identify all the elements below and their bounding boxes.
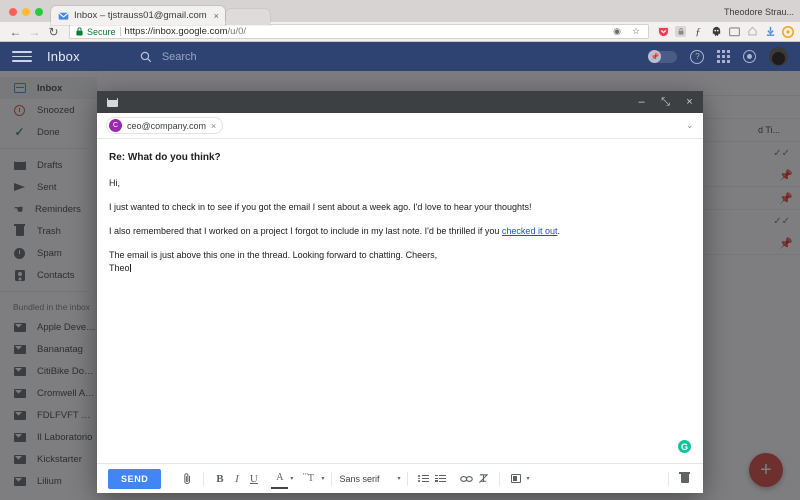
app-header-actions: 📌 ? <box>648 47 788 66</box>
chevron-down-icon[interactable]: ⌄ <box>686 121 693 130</box>
pin-toggle-knob: 📌 <box>648 50 662 63</box>
font-size-caret-icon[interactable]: ▾ <box>321 475 324 482</box>
bulleted-list-button[interactable] <box>415 469 432 489</box>
new-tab-button[interactable] <box>225 9 270 25</box>
omnibox-actions: ◉ ☆ <box>603 26 642 38</box>
message-signature: Theo <box>109 262 691 274</box>
compose-window: – ⤡ × C ceo@company.com × ⌄ Re: What do … <box>97 91 703 493</box>
maximize-window-button[interactable] <box>35 8 43 16</box>
tabstrip-right: Theodore Strau... <box>724 7 800 22</box>
app-header: Inbox Search 📌 ? <box>0 42 800 71</box>
inbox-app: Inbox Search 📌 ? – ⤡ × C ceo@company.com… <box>0 42 800 500</box>
profile-name[interactable]: Theodore Strau... <box>724 7 794 22</box>
security-label: Secure <box>87 26 116 37</box>
window-controls <box>0 8 51 22</box>
signature-text: Theo <box>109 262 130 273</box>
text-color-caret-icon[interactable]: ▾ <box>290 475 293 482</box>
bold-button[interactable]: B <box>211 469 228 489</box>
forward-icon[interactable]: → <box>25 23 44 41</box>
remove-recipient-icon[interactable]: × <box>211 121 216 131</box>
tab-close-icon[interactable]: × <box>212 11 219 21</box>
back-icon[interactable]: ← <box>6 23 25 41</box>
lastpass-icon[interactable] <box>675 26 686 37</box>
font-family-caret-icon[interactable]: ▾ <box>397 475 400 482</box>
compose-window-controls: – ⤡ × <box>636 96 695 108</box>
settings-icon[interactable] <box>743 50 756 63</box>
discard-draft-button[interactable] <box>676 469 693 489</box>
mathjax-icon[interactable]: ƒ <box>692 26 704 38</box>
mail-icon <box>107 94 118 107</box>
font-family-select[interactable]: Sans serif ▾ <box>339 474 400 484</box>
reader-icon[interactable]: ◉ <box>611 26 623 38</box>
message-subject: Re: What do you think? <box>109 152 221 163</box>
expand-icon[interactable]: ⤡ <box>660 96 671 108</box>
evernote-icon[interactable] <box>746 26 758 38</box>
search-icon <box>140 51 152 62</box>
close-icon[interactable]: × <box>684 96 695 108</box>
app-body: Inbox Snoozed ✓ Done Drafts Sent <box>0 71 800 500</box>
underline-button[interactable]: U <box>245 469 262 489</box>
recipient-email: ceo@company.com <box>127 120 207 131</box>
text-color-button[interactable]: A <box>271 469 289 489</box>
tab-title: Inbox – tjstrauss01@gmail.com <box>74 10 207 21</box>
message-paragraph-3: The email is just above this one in the … <box>109 250 438 261</box>
url-path: /u/0/ <box>227 26 247 37</box>
send-button[interactable]: SEND <box>108 468 162 489</box>
message-body[interactable]: Re: What do you think? Hi, I just wanted… <box>97 139 703 463</box>
compose-toolbar: SEND B I U A ▾ ⃛T ▾ Sans serif ▾ ▾ <box>97 463 703 493</box>
help-icon[interactable]: ? <box>690 49 705 64</box>
tab-strip: Inbox – tjstrauss01@gmail.com × Theodore… <box>0 0 800 25</box>
recipient-avatar: C <box>109 119 122 132</box>
menu-icon[interactable] <box>12 51 32 62</box>
browser-tab[interactable]: Inbox – tjstrauss01@gmail.com × <box>51 6 225 25</box>
omnibox-divider <box>119 27 121 36</box>
extension-icons: ƒ <box>655 26 794 38</box>
paragraph-2-text: I also remembered that I worked on a pro… <box>109 226 502 237</box>
minimize-icon[interactable]: – <box>636 96 647 108</box>
pocket-icon[interactable] <box>657 26 669 38</box>
ghostery-icon[interactable] <box>710 26 722 38</box>
browser-toolbar: ← → ↻ Secure https://inbox.google.com/u/… <box>0 22 800 42</box>
download-icon[interactable] <box>764 26 776 38</box>
lock-icon <box>76 27 83 36</box>
font-family-value: Sans serif <box>339 473 380 484</box>
address-bar[interactable]: Secure https://inbox.google.com/u/0/ ◉ ☆ <box>69 24 649 39</box>
avatar[interactable] <box>769 47 788 66</box>
attach-icon[interactable] <box>179 469 196 489</box>
window-icon[interactable] <box>728 26 740 38</box>
insert-link-button[interactable] <box>458 469 475 489</box>
browser-window: Inbox – tjstrauss01@gmail.com × Theodore… <box>0 0 800 500</box>
insert-caret-icon[interactable]: ▾ <box>526 475 529 482</box>
reload-icon[interactable]: ↻ <box>44 23 63 41</box>
message-greeting: Hi, <box>109 178 120 188</box>
paragraph-2-suffix: . <box>557 226 560 237</box>
text-cursor <box>130 263 132 272</box>
orange-circle-icon[interactable] <box>782 25 794 38</box>
recipient-field[interactable]: C ceo@company.com × ⌄ <box>97 113 703 139</box>
remove-formatting-button[interactable] <box>475 469 492 489</box>
search-placeholder: Search <box>161 50 197 63</box>
url-text: https://inbox.google.com/u/0/ <box>125 26 246 37</box>
message-paragraph-1: I just wanted to check in to see if you … <box>109 202 532 213</box>
minimize-window-button[interactable] <box>22 8 30 16</box>
recipient-chip[interactable]: C ceo@company.com × <box>106 117 224 134</box>
insert-options-button[interactable] <box>507 469 524 489</box>
page-title: Inbox <box>47 49 80 64</box>
compose-header: – ⤡ × <box>97 91 703 113</box>
italic-button[interactable]: I <box>228 469 245 489</box>
pin-toggle[interactable]: 📌 <box>648 50 678 63</box>
font-size-button[interactable]: ⃛T <box>302 469 319 489</box>
inbox-favicon <box>58 12 69 20</box>
search-box[interactable]: Search <box>140 51 650 63</box>
url-host: https://inbox.google.com <box>124 26 228 37</box>
checked-it-out-link[interactable]: checked it out <box>502 226 558 236</box>
numbered-list-button[interactable] <box>432 469 449 489</box>
bookmark-star-icon[interactable]: ☆ <box>630 26 642 38</box>
grammarly-icon[interactable]: G <box>678 440 691 453</box>
apps-grid-icon[interactable] <box>717 50 730 63</box>
compose-toolbar-right <box>661 469 693 489</box>
message-paragraph-2: I also remembered that I worked on a pro… <box>109 225 691 237</box>
close-window-button[interactable] <box>9 8 17 16</box>
